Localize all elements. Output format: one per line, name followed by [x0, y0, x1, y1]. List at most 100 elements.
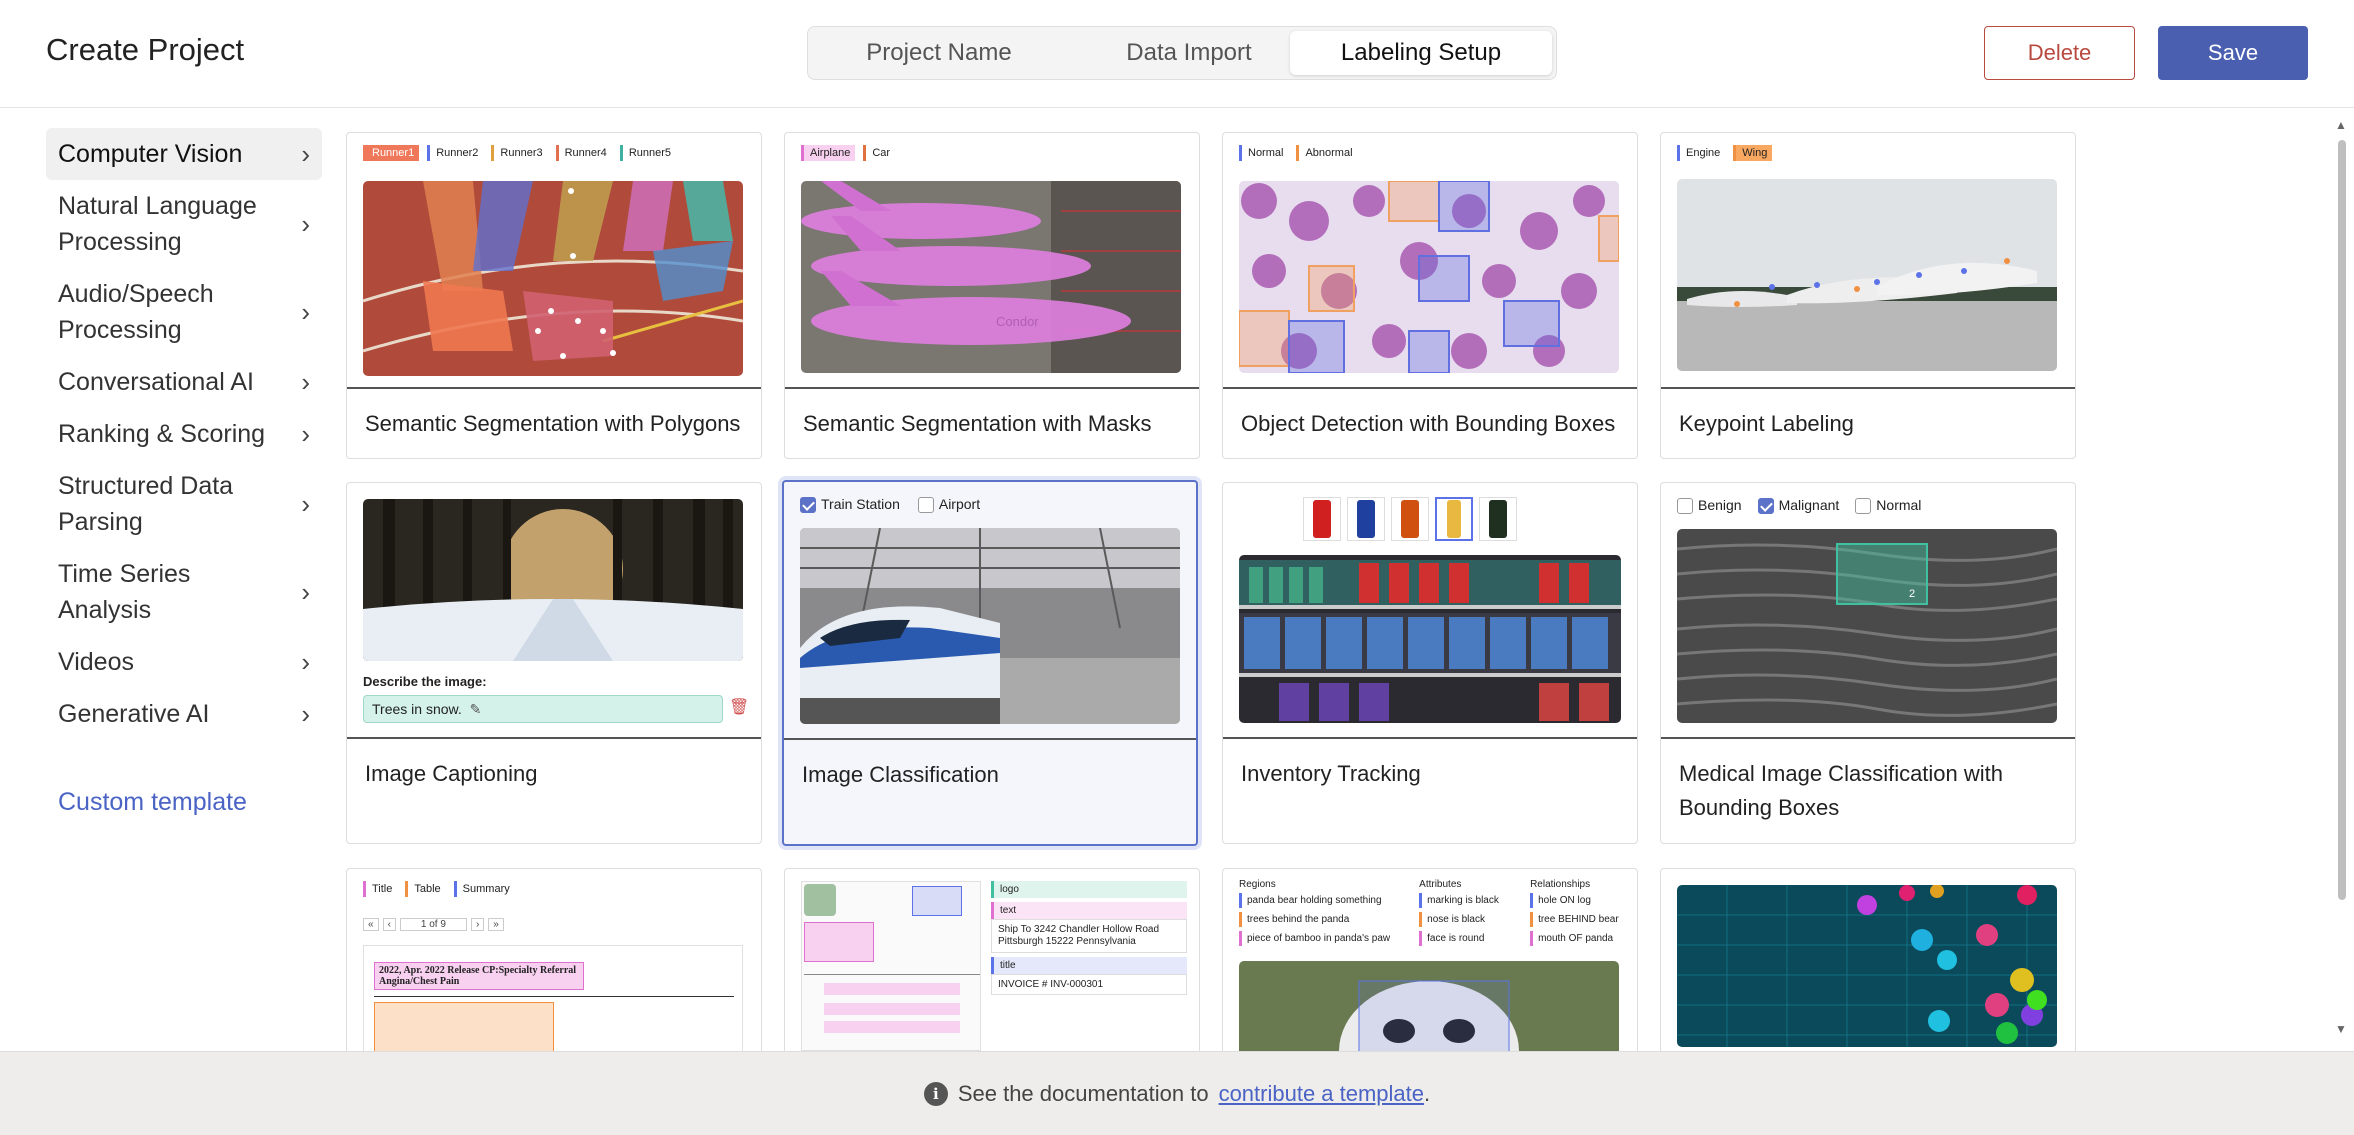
- regions-column: Regions panda bear holding something tre…: [1239, 879, 1407, 946]
- contribute-template-link[interactable]: contribute a template: [1219, 1081, 1424, 1106]
- chevron-right-icon: ›: [301, 419, 310, 449]
- chevron-right-icon: ›: [301, 489, 310, 519]
- template-card-medical-classification[interactable]: Benign Malignant Normal 2 Medical Image …: [1660, 482, 2076, 844]
- sidebar-item-computer-vision[interactable]: Computer Vision ›: [46, 128, 322, 180]
- template-card-inventory-tracking[interactable]: Inventory Tracking: [1222, 482, 1638, 844]
- label-tags: Normal Abnormal: [1239, 145, 1358, 161]
- label-tags: Title Table Summary: [363, 881, 515, 897]
- runners-image: [363, 181, 743, 376]
- sidebar-item-structured-data[interactable]: Structured Data Parsing ›: [46, 460, 322, 548]
- tab-data-import[interactable]: Data Import: [1070, 31, 1308, 75]
- first-page-icon[interactable]: «: [363, 917, 379, 931]
- scroll-up-icon[interactable]: ▲: [2335, 118, 2347, 132]
- next-page-icon[interactable]: ›: [470, 917, 485, 931]
- sidebar-item-label: Generative AI: [58, 700, 210, 728]
- template-card-object-detection[interactable]: Normal Abnormal Object Detection with Bo…: [1222, 132, 1638, 459]
- chevron-right-icon: ›: [301, 367, 310, 397]
- choice-airport: Airport: [917, 496, 980, 514]
- tab-project-name[interactable]: Project Name: [812, 31, 1066, 75]
- classification-choices: Train Station Airport: [800, 496, 980, 514]
- card-title: Medical Image Classification with Boundi…: [1679, 761, 2004, 820]
- checkbox-icon: [917, 497, 934, 514]
- invoice-number-text: INVOICE # INV-000301: [991, 974, 1187, 995]
- sidebar-item-ranking-scoring[interactable]: Ranking & Scoring ›: [46, 408, 322, 460]
- label-tag: Runner5: [619, 145, 676, 161]
- template-card-relations[interactable]: Regions panda bear holding something tre…: [1222, 868, 1638, 1052]
- template-card-semantic-polygons[interactable]: Runner1 Runner2 Runner3 Runner4 Runner5: [346, 132, 762, 459]
- content-scrollbar[interactable]: ▲ ▼: [2335, 118, 2347, 1038]
- last-page-icon[interactable]: »: [488, 917, 504, 931]
- card-title: Object Detection with Bounding Boxes: [1241, 411, 1616, 436]
- blood-cells-image: [1239, 181, 1619, 373]
- document-page: 2022, Apr. 2022 Release CP:Specialty Ref…: [363, 945, 743, 1052]
- template-card-keypoint[interactable]: Engine Wing Keypoint Labeling: [1660, 132, 2076, 459]
- caption-field: Trees in snow. ✎: [363, 695, 723, 723]
- sidebar-item-label: Structured Data Parsing: [58, 472, 234, 536]
- card-preview: Airplane Car Condor: [785, 133, 1199, 389]
- custom-template-link[interactable]: Custom template: [58, 788, 247, 817]
- card-preview: Describe the image: Trees in snow. ✎ 🗑: [347, 483, 761, 739]
- balls-image: [1677, 885, 2057, 1047]
- label-tags: Airplane Car: [801, 145, 895, 161]
- card-title: Image Captioning: [365, 761, 538, 786]
- label-tag: Table: [405, 881, 445, 897]
- ultrasound-image: 2: [1677, 529, 2057, 723]
- attribute-item: marking is black: [1419, 893, 1518, 908]
- chevron-right-icon: ›: [301, 699, 310, 729]
- template-card-image-classification[interactable]: Train Station Airport Image Classificati…: [782, 480, 1198, 846]
- attributes-column: Attributes marking is black nose is blac…: [1419, 879, 1518, 946]
- template-card-image-captioning[interactable]: Describe the image: Trees in snow. ✎ 🗑 I…: [346, 482, 762, 844]
- sidebar-item-label: Time Series Analysis: [58, 560, 191, 624]
- sidebar-item-label: Ranking & Scoring: [58, 420, 266, 448]
- checkbox-icon: [1855, 498, 1872, 515]
- template-card-bubbles[interactable]: [1660, 868, 2076, 1052]
- scroll-down-icon[interactable]: ▼: [2335, 1022, 2347, 1036]
- sidebar-item-time-series[interactable]: Time Series Analysis ›: [46, 548, 322, 636]
- relationship-item: hole ON log: [1530, 893, 1629, 908]
- invoice-fields-panel: logo text Ship To 3242 Chandler Hollow R…: [991, 881, 1187, 1051]
- sidebar-item-generative-ai[interactable]: Generative AI ›: [46, 688, 322, 740]
- card-title: Semantic Segmentation with Masks: [803, 411, 1152, 436]
- label-tag: Summary: [453, 881, 515, 897]
- save-button[interactable]: Save: [2158, 26, 2308, 80]
- svg-text:2: 2: [1909, 588, 1915, 600]
- card-preview: [1223, 483, 1637, 739]
- card-title: Semantic Segmentation with Polygons: [365, 411, 741, 436]
- sidebar-item-nlp[interactable]: Natural Language Processing ›: [46, 180, 322, 268]
- template-card-semantic-masks[interactable]: Airplane Car Condor Semantic Segmentatio…: [784, 132, 1200, 459]
- choice-benign: Benign: [1677, 497, 1742, 515]
- jets-image: [1677, 179, 2057, 371]
- product-thumb: [1391, 497, 1429, 541]
- trash-icon: 🗑: [729, 699, 750, 716]
- label-tag: Runner4: [555, 145, 612, 161]
- sidebar-item-videos[interactable]: Videos ›: [46, 636, 322, 688]
- template-card-invoice[interactable]: logo text Ship To 3242 Chandler Hollow R…: [784, 868, 1200, 1052]
- snowy-forest-image: [363, 499, 743, 661]
- delete-button[interactable]: Delete: [1984, 26, 2135, 80]
- scroll-thumb[interactable]: [2338, 140, 2346, 900]
- sidebar-item-label: Computer Vision: [58, 140, 243, 168]
- checkbox-checked-icon: [1757, 498, 1774, 515]
- sidebar-item-conversational-ai[interactable]: Conversational AI ›: [46, 356, 322, 408]
- invoice-page: [801, 881, 981, 1051]
- panda-image: [1239, 961, 1619, 1052]
- sidebar-item-label: Audio/Speech Processing: [58, 280, 214, 344]
- tab-labeling-setup[interactable]: Labeling Setup: [1290, 31, 1552, 75]
- attribute-item: face is round: [1419, 931, 1518, 946]
- sidebar-item-label: Conversational AI: [58, 368, 254, 396]
- template-card-document-regions[interactable]: Title Table Summary « ‹ 1 of 9 › » 2022,…: [346, 868, 762, 1052]
- store-shelf-image: [1239, 555, 1621, 723]
- chevron-right-icon: ›: [301, 647, 310, 677]
- product-thumbnails: [1303, 497, 1517, 541]
- relationships-column: Relationships hole ON log tree BEHIND be…: [1530, 879, 1629, 946]
- prev-page-icon[interactable]: ‹: [382, 917, 396, 931]
- checkbox-icon: [1677, 498, 1693, 515]
- footer-text: See the documentation to: [957, 1080, 1209, 1106]
- label-tag: Normal: [1239, 145, 1288, 161]
- page-title: Create Project: [46, 32, 245, 67]
- chevron-right-icon: ›: [301, 577, 310, 607]
- wizard-tabs: Project Name Data Import Labeling Setup: [807, 26, 1557, 80]
- pencil-icon: ✎: [469, 701, 482, 717]
- sidebar-item-audio-speech[interactable]: Audio/Speech Processing ›: [46, 268, 322, 356]
- label-tags: Runner1 Runner2 Runner3 Runner4 Runner5: [363, 145, 676, 161]
